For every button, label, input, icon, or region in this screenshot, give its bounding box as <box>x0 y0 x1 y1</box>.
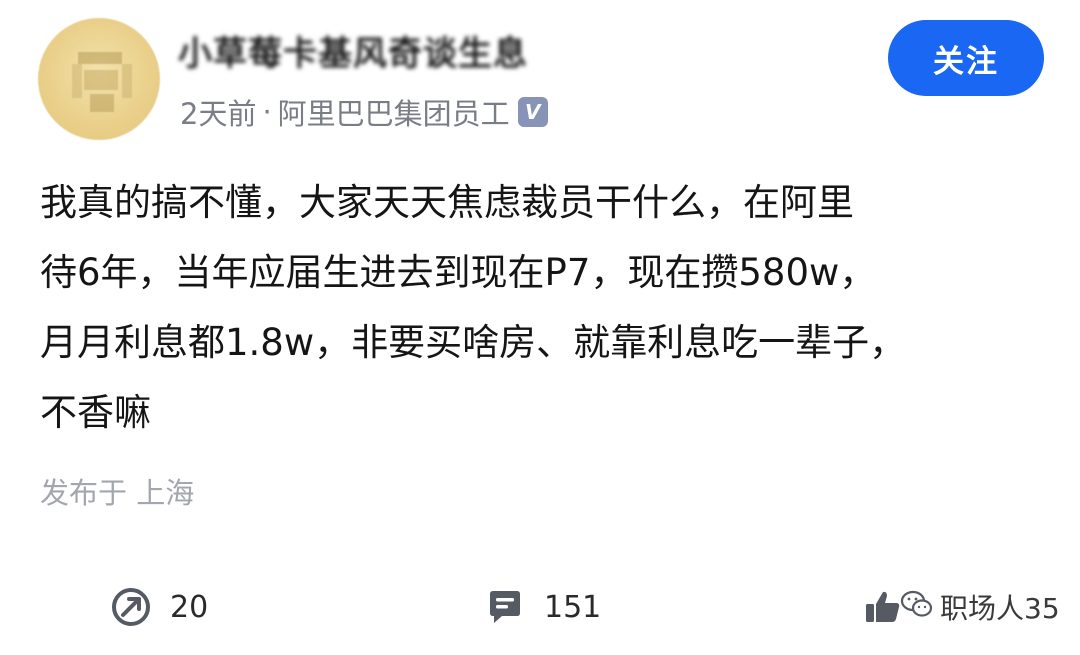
username[interactable]: 小草莓卡基风奇谈生息 <box>178 26 528 75</box>
wechat-icon <box>900 589 934 626</box>
share-button[interactable]: 20 <box>110 580 208 634</box>
company-label: 阿里巴巴集团员工 <box>277 97 510 131</box>
thumbs-up-icon <box>862 586 904 628</box>
comment-count: 151 <box>544 589 602 625</box>
comment-icon <box>484 586 526 628</box>
comment-button[interactable]: 151 <box>484 580 601 634</box>
post-time: 2天前 <box>180 97 257 131</box>
post-line: 不香嘛 <box>40 391 151 434</box>
share-icon <box>110 586 152 628</box>
share-count: 20 <box>170 589 209 625</box>
post-content: 我真的搞不懂，大家天天焦虑裁员干什么，在阿里 待6年，当年应届生进去到现在P7，… <box>40 168 1050 448</box>
follow-button[interactable]: 关注 <box>888 20 1044 96</box>
watermark: 职场人35 <box>900 582 1060 632</box>
verified-badge-icon: V <box>517 97 548 127</box>
avatar[interactable] <box>38 18 160 140</box>
post-location: 发布于 上海 <box>40 476 195 510</box>
post-line: 待6年，当年应届生进去到现在P7，现在攒580w， <box>40 251 877 294</box>
post-line: 月月利息都1.8w，非要买啥房、就靠利息吃一辈子， <box>40 321 907 364</box>
meta-separator: · <box>262 95 272 129</box>
watermark-text: 职场人35 <box>940 592 1060 625</box>
like-button[interactable] <box>862 580 904 634</box>
post-line: 我真的搞不懂，大家天天焦虑裁员干什么，在阿里 <box>40 181 854 224</box>
post-meta: 2天前 · 阿里巴巴集团员工 V <box>180 92 548 132</box>
post-card: 小草莓卡基风奇谈生息 2天前 · 阿里巴巴集团员工 V 关注 我真的搞不懂，大家… <box>0 0 1080 655</box>
